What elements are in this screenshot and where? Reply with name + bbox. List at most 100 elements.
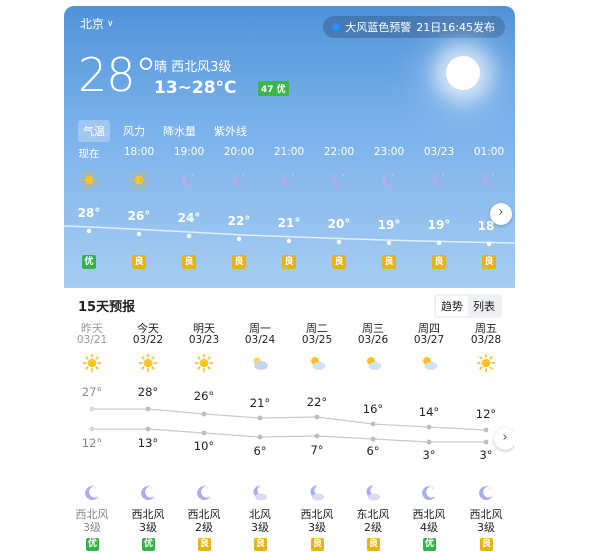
condition-text: 晴 [154, 60, 168, 75]
hour-aqi-badge: 良 [282, 255, 296, 269]
wind-level: 2级 [364, 521, 382, 534]
hourly-item: 22:00 20° 良 [319, 144, 359, 274]
high-point [314, 414, 320, 420]
hour-temperature: 19° [377, 218, 401, 232]
day-high: 28° [137, 385, 159, 399]
tab-temperature[interactable]: 气温 [78, 120, 110, 142]
moon-icon [195, 484, 213, 502]
wind-level: 3级 [251, 521, 269, 534]
hourly-tabs: 气温 风力 降水量 紫外线 [78, 120, 252, 142]
moon-icon [420, 484, 438, 502]
hour-aqi-badge: 良 [332, 255, 346, 269]
moon-icon [480, 171, 498, 189]
sun-icon [129, 170, 149, 190]
hour-point [136, 231, 142, 237]
moon-icon [230, 171, 248, 189]
aqi-badge[interactable]: 47 优 [258, 81, 289, 96]
moon-icon [280, 171, 298, 189]
low-point [257, 434, 263, 440]
city-selector[interactable]: 北京 ∨ [80, 15, 114, 32]
forecast-day[interactable]: 周一 03/24 21° 6° 北风 3级 良 [232, 288, 288, 552]
hour-temperature: 22° [227, 214, 251, 228]
hour-temperature: 24° [177, 211, 201, 225]
hourly-item: 18:00 26° 良 [119, 144, 159, 274]
forecast-day[interactable]: 明天 03/23 26° 10° 西北风 2级 良 [176, 288, 232, 552]
low-point [483, 439, 489, 445]
day-date: 03/26 [357, 334, 389, 346]
daily-next-button[interactable]: › [494, 428, 515, 450]
forecast-day[interactable]: 周二 03/25 22° 7° 西北风 3级 良 [289, 288, 345, 552]
day-date: 03/21 [76, 334, 108, 346]
day-aqi-badge: 良 [367, 538, 380, 551]
day-date: 03/25 [301, 334, 333, 346]
hour-point [186, 233, 192, 239]
high-point [145, 406, 151, 412]
hour-aqi-badge: 良 [482, 255, 496, 269]
moon-cloud-icon [308, 484, 326, 502]
moon-icon [180, 171, 198, 189]
forecast-day[interactable]: 周三 03/26 16° 6° 东北风 2级 良 [345, 288, 401, 552]
hour-temperature: 28° [77, 206, 101, 220]
weather-card: 北京 ∨ 大风蓝色预警 21日16:45发布 28° 晴 西北风3级 13~28… [64, 6, 515, 552]
hourly-next-button[interactable]: › [490, 203, 512, 225]
sun-icon [476, 353, 496, 373]
day-wind: 西北风 3级 [120, 508, 176, 534]
day-low: 6° [366, 444, 380, 458]
day-wind: 西北风 3级 [458, 508, 514, 534]
forecast-day[interactable]: 周四 03/27 14° 3° 西北风 4级 优 [401, 288, 457, 552]
forecast-day[interactable]: 昨天 03/21 27° 12° 西北风 3级 优 [64, 288, 120, 552]
hour-time: 19:00 [173, 146, 205, 158]
hour-time: 22:00 [323, 146, 355, 158]
weather-alert[interactable]: 大风蓝色预警 21日16:45发布 [323, 16, 505, 38]
forecast-day[interactable]: 周五 03/28 12° 3° 西北风 3级 良 [458, 288, 514, 552]
wind-direction: 东北风 [356, 508, 390, 521]
day-low: 13° [137, 436, 159, 450]
hourly-forecast: 现在 28° 优 18:00 26° 良 19:00 24° 良 20:00 2… [64, 144, 515, 274]
low-point [426, 439, 432, 445]
partly-cloudy-icon [420, 354, 438, 372]
partly-cloudy-icon [308, 354, 326, 372]
hour-time: 18:00 [123, 146, 155, 158]
day-low: 3° [479, 448, 493, 462]
day-wind: 东北风 2级 [345, 508, 401, 534]
current-temperature: 28° [78, 48, 158, 102]
day-date: 03/28 [470, 334, 502, 346]
wind-direction: 西北风 [412, 508, 446, 521]
wind-direction: 西北风 [75, 508, 109, 521]
hour-point [386, 240, 392, 246]
tab-wind[interactable]: 风力 [118, 120, 150, 142]
hourly-item: 19:00 24° 良 [169, 144, 209, 274]
hour-time: 21:00 [273, 146, 305, 158]
high-point [89, 406, 95, 412]
day-low: 10° [193, 439, 215, 453]
wind-direction: 西北风 [300, 508, 334, 521]
moon-icon [380, 171, 398, 189]
forecast-day[interactable]: 今天 03/22 28° 13° 西北风 3级 优 [120, 288, 176, 552]
day-wind: 西北风 2级 [176, 508, 232, 534]
hour-time: 01:00 [473, 146, 505, 158]
day-low: 7° [310, 443, 324, 457]
wind-direction: 西北风 [131, 508, 165, 521]
day-high: 22° [306, 395, 328, 409]
wind-level: 3级 [477, 521, 495, 534]
moon-icon [330, 171, 348, 189]
day-aqi-badge: 良 [198, 538, 211, 551]
tab-precipitation[interactable]: 降水量 [158, 120, 201, 142]
day-high: 26° [193, 389, 215, 403]
tab-uv[interactable]: 紫外线 [209, 120, 252, 142]
moon-icon [477, 484, 495, 502]
alert-time: 21日16:45发布 [416, 21, 495, 34]
sun-icon [79, 170, 99, 190]
current-weather-panel: 北京 ∨ 大风蓝色预警 21日16:45发布 28° 晴 西北风3级 13~28… [64, 6, 515, 288]
low-point [314, 433, 320, 439]
sun-icon [446, 56, 480, 90]
day-date: 03/22 [132, 334, 164, 346]
sun-icon [194, 353, 214, 373]
city-name: 北京 [80, 17, 105, 31]
sun-icon [138, 353, 158, 373]
hour-time: 20:00 [223, 146, 255, 158]
hour-aqi-badge: 优 [82, 255, 96, 269]
hour-time: 23:00 [373, 146, 405, 158]
hour-point [286, 238, 292, 244]
current-condition: 晴 西北风3级 [154, 56, 231, 75]
